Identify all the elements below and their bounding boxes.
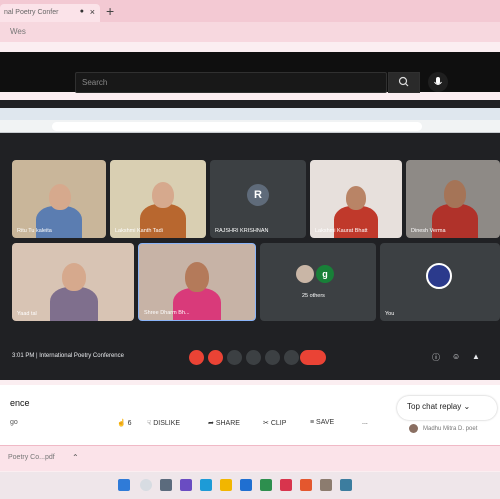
active-speaker-tile: Shree Dharm Bh... [138, 243, 256, 321]
browser-tab-title: nal Poetry Confer [4, 9, 59, 16]
close-tab-icon[interactable]: × [90, 7, 95, 17]
thumbs-up-icon: ☝ [117, 420, 126, 427]
taskbar [0, 472, 500, 499]
info-icon[interactable]: ⓘ [432, 352, 440, 363]
avatar [409, 424, 418, 433]
new-tab-button[interactable]: + [106, 4, 114, 18]
avatar: g [316, 265, 334, 283]
chat-replay-dropdown[interactable]: Top chat replay ⌄ [397, 396, 497, 420]
share-button[interactable]: ➦ SHARE [208, 419, 240, 427]
video-title: ence [10, 398, 30, 408]
mic-off-button[interactable] [189, 350, 204, 365]
chevron-up-icon[interactable]: ⌃ [72, 453, 79, 462]
app-icon[interactable] [340, 479, 352, 491]
participant-tile: Lakshmi Kanth Tadi [110, 160, 206, 238]
inner-address-bar [0, 120, 500, 133]
teams-icon[interactable] [180, 479, 192, 491]
chevron-down-icon: ⌄ [463, 402, 471, 411]
meet-controls-bar: 3:01 PM | International Poetry Conferenc… [0, 342, 500, 372]
inner-url [52, 122, 422, 131]
participant-tile: Ritu Tu kaleita [12, 160, 106, 238]
mail-icon[interactable] [240, 479, 252, 491]
chat-author: Madhu Mitra D. poet [423, 426, 478, 432]
participant-tile: Dinesh Verma [406, 160, 500, 238]
share-icon: ➦ [208, 420, 214, 427]
people-icon[interactable]: ☺ [452, 352, 460, 361]
logo-icon [426, 263, 452, 289]
end-call-button[interactable] [300, 350, 326, 365]
participant-tile: Yaad tal [12, 243, 134, 321]
playlist-add-icon: ≡ [310, 419, 315, 426]
clip-button[interactable]: ✂ CLIP [263, 419, 286, 427]
video-player[interactable] [0, 100, 500, 380]
search-icon [398, 76, 409, 87]
store-icon[interactable] [260, 479, 272, 491]
participant-tile: R RAJSHRI KRISHNAN [210, 160, 306, 238]
office-icon[interactable] [280, 479, 292, 491]
save-button[interactable]: ≡ SAVE [310, 419, 334, 426]
more-options-button[interactable] [284, 350, 299, 365]
mic-icon [434, 77, 442, 85]
participant-tile: Lakshmi Kaurat Bhatt [310, 160, 402, 238]
chrome-icon[interactable] [300, 479, 312, 491]
search-input[interactable]: Search [75, 72, 387, 93]
more-button[interactable]: ... [362, 419, 368, 426]
search-button[interactable] [388, 72, 420, 93]
edge-icon[interactable] [200, 479, 212, 491]
browser-tab[interactable]: nal Poetry Confer ● × [0, 4, 100, 22]
folder-icon[interactable] [220, 479, 232, 491]
speaker-icon: ● [79, 8, 84, 15]
address-text: Wes [10, 27, 26, 36]
avatar: R [247, 184, 269, 206]
upload-date: go [10, 419, 18, 426]
inner-browser-tabs [0, 108, 500, 120]
camera-off-button[interactable] [208, 350, 223, 365]
present-button[interactable] [265, 350, 280, 365]
search-icon[interactable] [140, 479, 152, 491]
scissors-icon: ✂ [263, 420, 269, 427]
meeting-info: 3:01 PM | International Poetry Conferenc… [12, 353, 124, 359]
self-tile: You [380, 243, 500, 321]
activities-icon[interactable]: ▲ [472, 352, 480, 361]
like-count: 6 [127, 420, 132, 427]
settings-icon[interactable] [320, 479, 332, 491]
thumbs-down-icon: ☟ [147, 420, 152, 427]
start-icon[interactable] [118, 479, 130, 491]
mic-button[interactable] [428, 72, 448, 92]
raise-hand-button[interactable] [246, 350, 261, 365]
dislike-button[interactable]: ☟ DISLIKE [147, 419, 180, 427]
chat-message: Madhu Mitra D. poet [397, 420, 500, 440]
others-tile: g 25 others [260, 243, 376, 321]
like-button[interactable]: ☝ 6 [117, 419, 132, 427]
captions-button[interactable] [227, 350, 242, 365]
address-bar[interactable]: Wes [0, 22, 500, 42]
task-view-icon[interactable] [160, 479, 172, 491]
